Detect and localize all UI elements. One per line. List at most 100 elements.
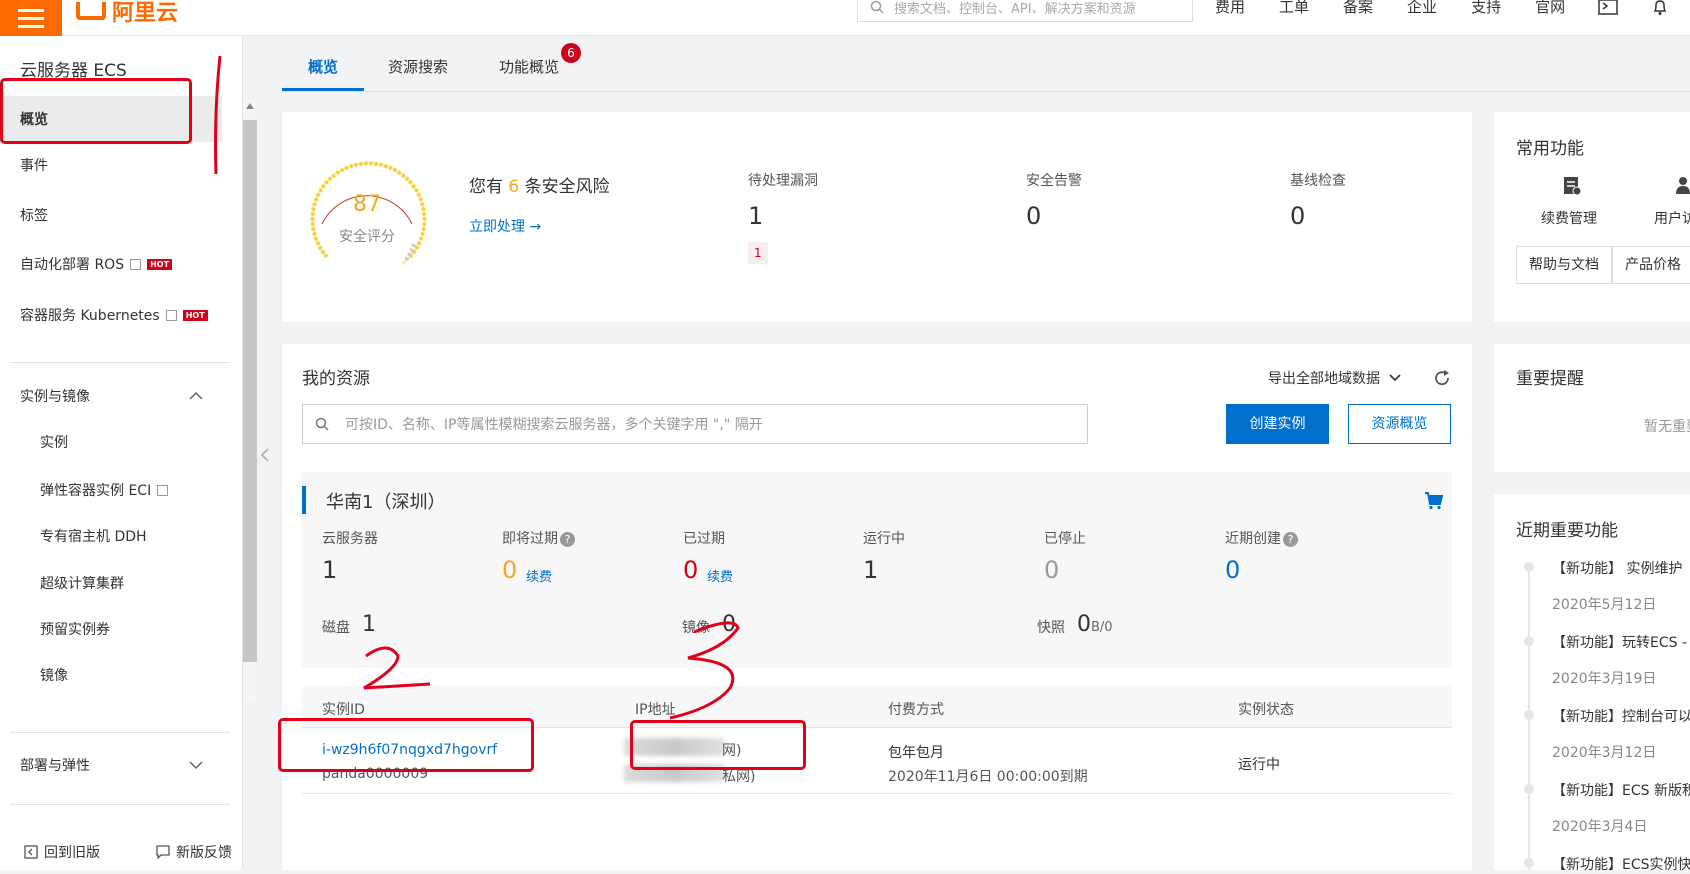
nav-official-site[interactable]: 官网 [1535, 0, 1565, 16]
sidebar-item-scc[interactable]: 超级计算集群 [0, 560, 222, 606]
snapshot-value[interactable]: 0B/0 [1077, 612, 1113, 637]
external-link-icon [157, 484, 169, 496]
sidebar-item-ri[interactable]: 预留实例券 [0, 606, 222, 652]
nav-fees[interactable]: 费用 [1215, 0, 1245, 16]
security-score-label: 安全评分 [339, 229, 395, 245]
recent-item-title[interactable]: 【新功能】玩转ECS - [1552, 632, 1687, 652]
sidebar-divider [10, 732, 230, 733]
chevron-down-icon [1389, 374, 1401, 382]
renew-link[interactable]: 续费 [526, 566, 552, 585]
sidebar-group-deploy[interactable]: 部署与弹性 [0, 742, 222, 788]
sidebar-item-eci[interactable]: 弹性容器实例 ECI [0, 467, 222, 513]
resource-overview-button[interactable]: 资源概览 [1348, 404, 1451, 444]
sidebar-group-instances[interactable]: 实例与镜像 [0, 373, 222, 419]
scroll-up-icon[interactable] [245, 102, 255, 110]
alert-label: 安全告警 [1026, 173, 1082, 189]
sidebar-item-kubernetes[interactable]: 容器服务 Kubernetes HOT [0, 292, 222, 338]
global-search-input[interactable]: 搜索文档、控制台、API、解决方案和资源 [857, 0, 1193, 22]
sidebar-scroll-thumb[interactable] [243, 120, 257, 662]
sidebar-item-label: 事件 [20, 158, 48, 174]
recent-item-date: 2020年3月12日 [1552, 745, 1657, 761]
chevron-left-icon [260, 448, 269, 462]
region-title[interactable]: 华南1（深圳） [326, 488, 445, 514]
baseline-value[interactable]: 0 [1290, 202, 1305, 230]
tab-bar: 概览 资源搜索 功能概览 [282, 36, 1690, 92]
disk-value[interactable]: 1 [362, 612, 376, 637]
timeline-dot [1524, 710, 1534, 720]
recent-features-card: 近期重要功能 【新功能】 实例维护 2020年5月12日 【新功能】玩转ECS … [1494, 494, 1690, 873]
tab-resource-search[interactable]: 资源搜索 [388, 56, 448, 77]
stat-running-value[interactable]: 1 [863, 556, 878, 584]
chevron-up-icon [189, 391, 203, 400]
resource-search-input[interactable]: 可按ID、名称、IP等属性模糊搜索云服务器，多个关键字用 "," 隔开 [302, 404, 1088, 444]
sidebar-item-tags[interactable]: 标签 [0, 192, 222, 238]
aliyun-logo[interactable]: 阿里云 [76, 0, 178, 26]
region-panel: 华南1（深圳） 云服务器 1 即将过期? 0 续费 已过期 0 续费 运行中 1… [302, 472, 1452, 668]
tab-features[interactable]: 功能概览 [499, 56, 559, 77]
stat-recent-label: 近期创建? [1225, 528, 1298, 548]
feedback-button[interactable]: 新版反馈 [156, 842, 232, 862]
renew-link[interactable]: 续费 [707, 566, 733, 585]
handle-now-link[interactable]: 立即处理 → [469, 216, 541, 236]
sidebar-group-label: 部署与弹性 [20, 758, 90, 774]
stat-stopped-label: 已停止 [1044, 531, 1086, 547]
terminal-icon[interactable] [1598, 0, 1618, 16]
alert-value[interactable]: 0 [1026, 202, 1041, 230]
risk-prefix: 您有 [469, 177, 503, 197]
tab-overview[interactable]: 概览 [308, 56, 338, 77]
sidebar-item-images[interactable]: 镜像 [0, 652, 222, 698]
stat-expired-value[interactable]: 0 [683, 556, 698, 584]
tab-active-indicator [282, 88, 364, 91]
sidebar-item-ddh[interactable]: 专有宿主机 DDH [0, 513, 222, 559]
recent-item-title[interactable]: 【新功能】控制台可以 [1552, 706, 1690, 726]
back-to-old-button[interactable]: 回到旧版 [24, 842, 100, 862]
stat-servers-label: 云服务器 [322, 531, 378, 547]
renewal-management[interactable]: 续费管理 [1541, 208, 1597, 228]
top-nav: 费用 工单 备案 企业 支持 官网 [1215, 0, 1599, 16]
sidebar-item-events[interactable]: 事件 [0, 142, 222, 188]
export-dropdown[interactable]: 导出全部地域数据 [1268, 368, 1402, 388]
nav-support[interactable]: 支持 [1471, 0, 1501, 16]
snapshot-label: 快照 [1037, 620, 1065, 636]
sidebar-item-instances[interactable]: 实例 [0, 419, 222, 465]
annotation-box-instance-id [278, 718, 534, 772]
features-badge: 6 [561, 43, 581, 63]
nav-enterprise[interactable]: 企业 [1407, 0, 1437, 16]
back-icon [24, 845, 38, 859]
refresh-icon[interactable] [1432, 368, 1452, 388]
annotation-mark-2 [363, 646, 431, 690]
nav-icp[interactable]: 备案 [1343, 0, 1373, 16]
sidebar-item-ros[interactable]: 自动化部署 ROS HOT [0, 241, 222, 287]
stat-expired-label: 已过期 [683, 531, 725, 547]
stat-recent-value[interactable]: 0 [1225, 556, 1240, 584]
user-access[interactable]: 用户访 [1654, 208, 1690, 228]
bell-icon[interactable] [1652, 0, 1668, 16]
stat-servers-value[interactable]: 1 [322, 556, 337, 584]
recent-item-title[interactable]: 【新功能】ECS实例快 [1552, 854, 1690, 874]
hot-badge: HOT [182, 309, 208, 321]
sidebar-item-label: 弹性容器实例 ECI [40, 483, 152, 499]
vuln-value[interactable]: 1 [748, 202, 763, 230]
nav-tickets[interactable]: 工单 [1279, 0, 1309, 16]
sidebar-collapse-handle[interactable] [257, 420, 273, 490]
common-functions-card: 常用功能 续费管理 用户访 帮助与文档 产品价格 [1494, 112, 1690, 322]
security-score-gauge [310, 161, 427, 265]
recent-item-date: 2020年3月4日 [1552, 819, 1648, 835]
timeline-dot [1524, 784, 1534, 794]
recent-item-title[interactable]: 【新功能】 实例维护 [1552, 558, 1682, 578]
recent-title: 近期重要功能 [1516, 521, 1618, 541]
recent-item-title[interactable]: 【新功能】ECS 新版积 [1552, 780, 1690, 800]
create-instance-button[interactable]: 创建实例 [1226, 404, 1329, 444]
help-icon[interactable]: ? [1283, 531, 1298, 547]
menu-icon[interactable] [0, 0, 62, 36]
cart-icon[interactable] [1424, 492, 1444, 510]
product-price-button[interactable]: 产品价格 [1612, 246, 1690, 284]
stat-stopped-value[interactable]: 0 [1044, 556, 1059, 584]
notice-empty: 暂无重要 [1644, 419, 1690, 435]
stat-expiring-value[interactable]: 0 [502, 556, 517, 584]
help-docs-button[interactable]: 帮助与文档 [1516, 246, 1612, 284]
my-resources-card: 我的资源 导出全部地域数据 可按ID、名称、IP等属性模糊搜索云服务器，多个关键… [282, 344, 1472, 870]
external-link-icon [165, 309, 177, 321]
help-icon[interactable]: ? [560, 531, 575, 547]
sidebar-divider [10, 804, 230, 805]
